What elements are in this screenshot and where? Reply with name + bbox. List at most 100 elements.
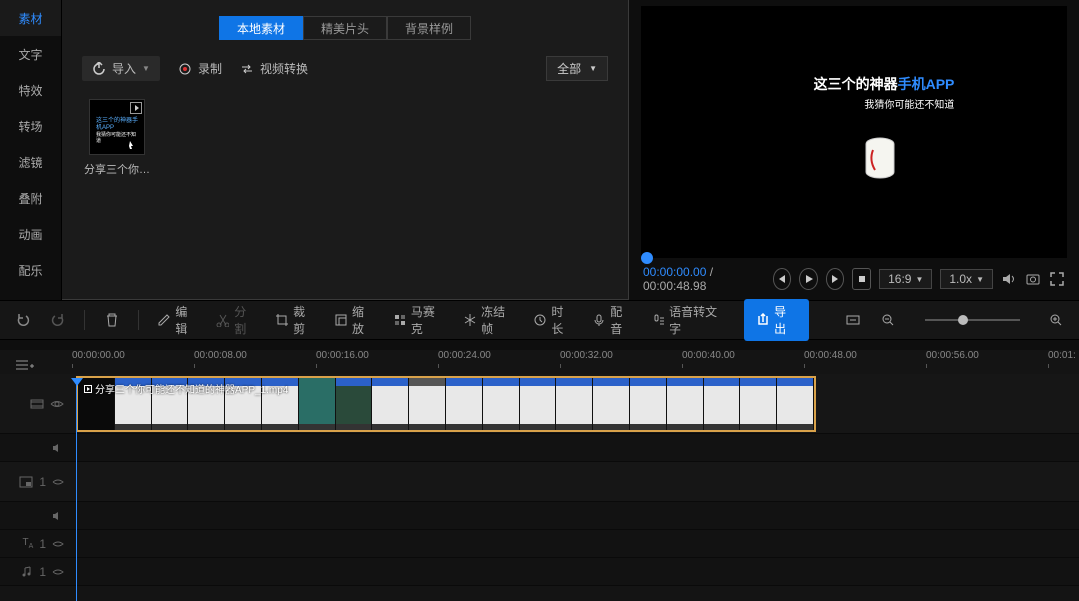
text-track-row: TA 1 — [0, 530, 1079, 558]
timeline-fit-button[interactable] — [845, 311, 862, 329]
import-label: 导入 — [112, 60, 136, 77]
preview-title: 这三个的神器手机APP — [814, 74, 955, 94]
current-time: 00:00:00.00 — [643, 265, 706, 279]
video-clip[interactable]: 分享三个你可能还不知道的神器APP_1.mp4 — [76, 376, 816, 432]
scale-button[interactable]: 缩放 — [334, 303, 375, 337]
ruler-tick: 00:00:24.00 — [438, 350, 491, 361]
split-button[interactable]: 分割 — [216, 303, 257, 337]
sidenav-item-material[interactable]: 素材 — [0, 0, 61, 36]
prev-frame-button[interactable] — [773, 268, 792, 290]
sidenav-item-overlay[interactable]: 叠附 — [0, 180, 61, 216]
sidenav-item-animation[interactable]: 动画 — [0, 216, 61, 252]
music-track-row: 1 — [0, 558, 1079, 586]
text-track-icon: TA — [23, 537, 34, 550]
music-track-icon — [21, 566, 33, 578]
speaker-icon[interactable] — [52, 510, 64, 522]
ruler-tick: 00:01: — [1048, 350, 1076, 361]
import-button[interactable]: 导入 ▼ — [82, 56, 160, 81]
record-button[interactable]: 录制 — [178, 60, 222, 77]
timeline-playhead[interactable] — [76, 384, 77, 601]
ruler-tick: 00:00:40.00 — [682, 350, 735, 361]
ruler-tick: 00:00:08.00 — [194, 350, 247, 361]
timeline-ruler[interactable]: 00:00:00.00 00:00:08.00 00:00:16.00 00:0… — [72, 350, 1079, 374]
aspect-ratio-select[interactable]: 16:9▼ — [879, 269, 932, 289]
sidenav-item-filter[interactable]: 滤镜 — [0, 144, 61, 180]
ruler-tick: 00:00:48.00 — [804, 350, 857, 361]
duration-button[interactable]: 时长 — [533, 303, 574, 337]
transcode-button[interactable]: 视频转换 — [240, 60, 308, 77]
speed-select[interactable]: 1.0x▼ — [940, 269, 993, 289]
redo-button[interactable] — [49, 311, 66, 329]
play-icon — [84, 385, 92, 393]
tab-intros[interactable]: 精美片头 — [303, 16, 387, 40]
mosaic-button[interactable]: 马赛克 — [393, 303, 445, 337]
tab-local-media[interactable]: 本地素材 — [219, 16, 303, 40]
clip-inner-text1: 这三个的神器手机APP — [96, 118, 138, 132]
hand-cursor-icon — [128, 140, 138, 150]
pip-audio-subtrack — [0, 502, 1079, 530]
sidenav-item-effects[interactable]: 特效 — [0, 72, 61, 108]
chevron-down-icon: ▼ — [589, 64, 597, 73]
edit-toolbar: 编辑 分割 裁剪 缩放 马赛克 冻结帧 时长 配音 语音转文字 导出 — [0, 300, 1079, 340]
snapshot-button[interactable] — [1025, 270, 1041, 288]
eye-icon[interactable] — [52, 538, 64, 550]
play-button[interactable] — [799, 268, 818, 290]
video-track-row: 分享三个你可能还不知道的神器APP_1.mp4 — [0, 374, 1079, 434]
zoom-slider[interactable] — [925, 319, 1020, 321]
total-time: 00:00:48.98 — [643, 279, 706, 293]
media-clip[interactable]: 这三个的神器手机APP 我猜你可能还不知道 分享三个你… — [82, 99, 152, 177]
volume-icon[interactable] — [1001, 270, 1017, 288]
transcode-icon — [240, 62, 254, 76]
track-index: 1 — [39, 475, 46, 489]
filter-label: 全部 — [557, 60, 581, 77]
media-tabs: 本地素材 精美片头 背景样例 — [62, 16, 628, 40]
eye-icon[interactable] — [50, 397, 64, 411]
preview-panel: 这三个的神器手机APP 我猜你可能还不知道 00:00:00.00 / 00:0… — [629, 0, 1079, 300]
media-filter-dropdown[interactable]: 全部 ▼ — [546, 56, 608, 81]
record-icon — [178, 62, 192, 76]
pip-track-icon — [19, 475, 33, 489]
clip-filename: 分享三个你可能还不知道的神器APP_1.mp4 — [84, 381, 288, 396]
track-index: 1 — [39, 537, 46, 551]
media-panel: 本地素材 精美片头 背景样例 导入 ▼ 录制 视频转换 全部 ▼ — [62, 0, 629, 300]
speaker-icon[interactable] — [52, 442, 64, 454]
preview-playhead-handle[interactable] — [641, 252, 653, 264]
eye-icon[interactable] — [52, 476, 64, 488]
sidenav-item-music[interactable]: 配乐 — [0, 252, 61, 288]
transcode-label: 视频转换 — [260, 60, 308, 77]
zoom-out-button[interactable] — [880, 311, 897, 329]
audio-subtrack — [0, 434, 1079, 462]
timecode: 00:00:00.00 / 00:00:48.98 — [643, 265, 757, 293]
freeze-button[interactable]: 冻结帧 — [463, 303, 515, 337]
fullscreen-button[interactable] — [1049, 270, 1065, 288]
ruler-tick: 00:00:16.00 — [316, 350, 369, 361]
edit-button[interactable]: 编辑 — [157, 303, 198, 337]
track-index: 1 — [39, 565, 46, 579]
record-label: 录制 — [198, 60, 222, 77]
preview-canvas[interactable]: 这三个的神器手机APP 我猜你可能还不知道 — [641, 6, 1067, 258]
stop-button[interactable] — [852, 268, 871, 290]
clip-label: 分享三个你… — [82, 161, 152, 177]
ruler-tick: 00:00:00.00 — [72, 350, 125, 361]
tab-bg-samples[interactable]: 背景样例 — [387, 16, 471, 40]
undo-button[interactable] — [14, 311, 31, 329]
delete-button[interactable] — [103, 311, 120, 329]
ruler-tick: 00:00:56.00 — [926, 350, 979, 361]
speech-to-text-button[interactable]: 语音转文字 — [651, 303, 726, 337]
crop-button[interactable]: 裁剪 — [275, 303, 316, 337]
preview-graphic — [863, 136, 897, 180]
pip-track-row: 1 — [0, 462, 1079, 502]
export-button[interactable]: 导出 — [744, 299, 809, 341]
ruler-tick: 00:00:32.00 — [560, 350, 613, 361]
clip-thumbnail: 这三个的神器手机APP 我猜你可能还不知道 — [89, 99, 145, 155]
timeline-panel: 00:00:00.00 00:00:08.00 00:00:16.00 00:0… — [0, 350, 1079, 601]
next-frame-button[interactable] — [826, 268, 845, 290]
eye-icon[interactable] — [52, 566, 64, 578]
side-nav: 素材 文字 特效 转场 滤镜 叠附 动画 配乐 — [0, 0, 62, 300]
dub-button[interactable]: 配音 — [592, 303, 633, 337]
import-icon — [92, 62, 106, 76]
sidenav-item-transition[interactable]: 转场 — [0, 108, 61, 144]
sidenav-item-text[interactable]: 文字 — [0, 36, 61, 72]
zoom-in-button[interactable] — [1048, 311, 1065, 329]
chevron-down-icon: ▼ — [142, 64, 150, 73]
